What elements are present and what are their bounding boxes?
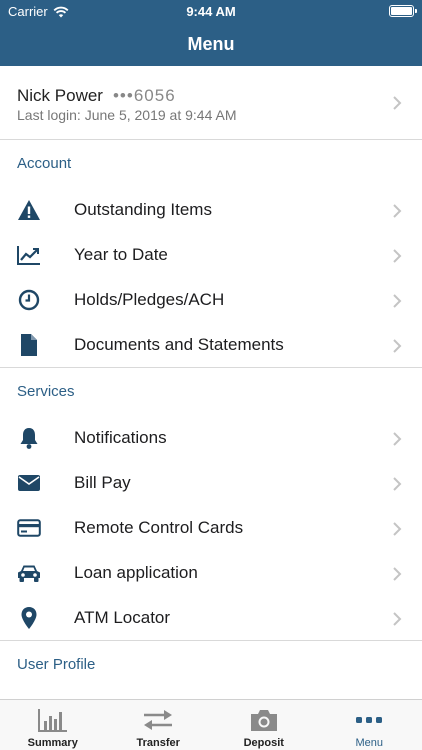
status-bar: Carrier 9:44 AM	[0, 0, 422, 22]
menu-item-label: Notifications	[74, 428, 167, 447]
navigation-bar: Menu	[0, 22, 422, 66]
car-icon	[16, 560, 42, 586]
menu-item-loan-application[interactable]: Loan application	[0, 551, 422, 596]
clock-icon	[16, 287, 42, 313]
tab-menu[interactable]: Menu	[317, 700, 422, 750]
camera-icon	[248, 707, 280, 733]
menu-item-label: Outstanding Items	[74, 200, 212, 219]
battery-icon	[389, 5, 417, 17]
menu-item-label: ATM Locator	[74, 608, 171, 627]
menu-item-atm-locator[interactable]: ATM Locator	[0, 596, 422, 641]
tab-label: Summary	[27, 737, 78, 749]
account-holder-name: Nick Power	[17, 86, 103, 105]
transfer-arrows-icon	[142, 707, 174, 733]
section-divider	[0, 640, 422, 641]
tab-transfer[interactable]: Transfer	[106, 700, 212, 750]
section-divider	[0, 367, 422, 368]
menu-item-label: Loan application	[74, 563, 198, 582]
credit-card-icon	[16, 515, 42, 541]
chevron-right-icon	[393, 204, 402, 218]
chevron-right-icon	[393, 522, 402, 536]
menu-item-year-to-date[interactable]: Year to Date	[0, 233, 422, 278]
more-dots-icon	[353, 707, 385, 733]
menu-item-notifications[interactable]: Notifications	[0, 416, 422, 461]
section-title-account: Account	[17, 155, 72, 172]
page-title: Menu	[187, 34, 235, 54]
last-login-text: Last login: June 5, 2019 at 9:44 AM	[17, 107, 237, 123]
bar-chart-icon	[37, 707, 69, 733]
menu-item-documents-statements[interactable]: Documents and Statements	[0, 323, 422, 368]
envelope-icon	[16, 470, 42, 496]
map-pin-icon	[16, 605, 42, 631]
tab-bar: Summary Transfer Deposit Menu	[0, 699, 422, 750]
status-time: 9:44 AM	[186, 4, 236, 19]
menu-item-remote-control-cards[interactable]: Remote Control Cards	[0, 506, 422, 551]
menu-item-label: Remote Control Cards	[74, 518, 244, 537]
account-summary-row[interactable]: Nick Power •••6056 Last login: June 5, 20…	[0, 66, 422, 140]
menu-item-holds-pledges-ach[interactable]: Holds/Pledges/ACH	[0, 278, 422, 323]
trend-chart-icon	[16, 242, 42, 268]
menu-item-label: Bill Pay	[74, 473, 131, 492]
tab-label: Menu	[355, 737, 384, 749]
chevron-right-icon	[393, 249, 402, 263]
warning-icon	[16, 197, 42, 223]
chevron-right-icon	[393, 294, 402, 308]
chevron-right-icon	[393, 612, 402, 626]
menu-item-outstanding-items[interactable]: Outstanding Items	[0, 188, 422, 233]
bell-icon	[16, 425, 42, 451]
masked-account-number: •••6056	[112, 86, 176, 105]
chevron-right-icon	[393, 567, 402, 581]
chevron-right-icon	[393, 96, 402, 110]
menu-item-label: Year to Date	[74, 245, 168, 264]
chevron-right-icon	[393, 432, 402, 446]
menu-item-label: Documents and Statements	[74, 335, 284, 354]
tab-label: Deposit	[243, 737, 284, 749]
chevron-right-icon	[393, 477, 402, 491]
tab-summary[interactable]: Summary	[0, 700, 106, 750]
menu-item-label: Holds/Pledges/ACH	[74, 290, 225, 309]
menu-item-bill-pay[interactable]: Bill Pay	[0, 461, 422, 506]
document-icon	[16, 332, 42, 358]
section-title-user-profile: User Profile	[17, 656, 96, 673]
account-name-line: Nick Power •••6056	[17, 86, 176, 106]
tab-label: Transfer	[136, 737, 180, 749]
chevron-right-icon	[393, 339, 402, 353]
tab-deposit[interactable]: Deposit	[211, 700, 317, 750]
section-title-services: Services	[17, 383, 75, 400]
